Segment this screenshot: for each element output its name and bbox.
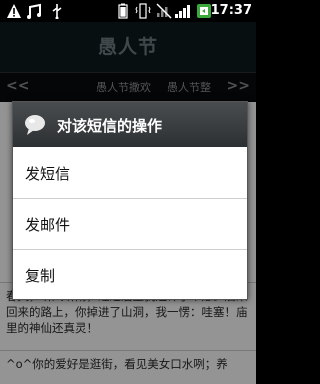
vibrate-icon — [135, 3, 151, 19]
dialog-header: 对该短信的操作 — [13, 102, 247, 147]
menu-item-label: 复制 — [25, 267, 56, 285]
chat-bubble-icon — [25, 115, 45, 135]
clock: 17:37 — [210, 3, 252, 18]
menu-item-send-email[interactable]: 发邮件 — [13, 199, 247, 249]
music-note-icon — [27, 3, 41, 19]
status-bar: 17:37 — [0, 0, 256, 22]
no-signal-icon — [156, 3, 172, 19]
signal-icon — [175, 5, 190, 18]
menu-item-label: 发短信 — [25, 165, 71, 183]
context-menu-dialog: 对该短信的操作 发短信 发邮件 复制 — [12, 101, 248, 300]
dialog-title: 对该短信的操作 — [57, 117, 163, 135]
menu-item-label: 发邮件 — [25, 216, 71, 234]
menu-item-send-sms[interactable]: 发短信 — [13, 148, 247, 198]
menu-item-copy[interactable]: 复制 — [13, 250, 247, 298]
battery-icon — [118, 3, 128, 19]
calendar-app-icon — [197, 4, 211, 18]
warning-icon — [7, 4, 21, 18]
usb-icon — [52, 4, 62, 19]
